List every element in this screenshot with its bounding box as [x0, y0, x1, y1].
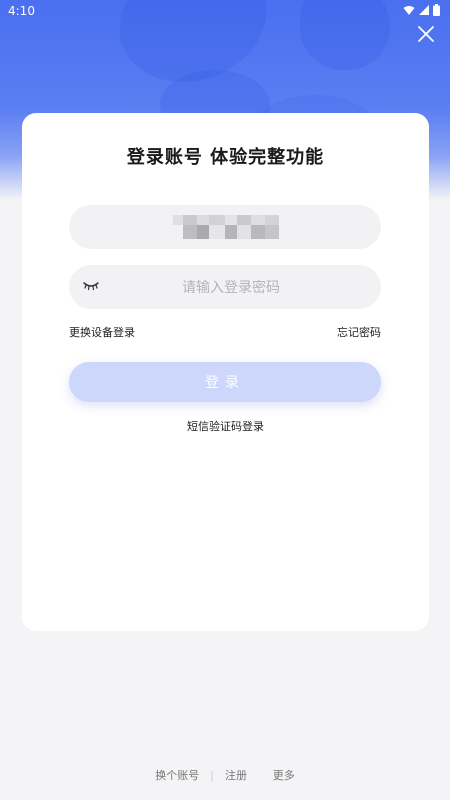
password-field[interactable] — [69, 265, 381, 311]
status-bar: 4:10 — [0, 0, 450, 22]
change-device-login-link[interactable]: 更换设备登录 — [69, 324, 135, 340]
close-icon — [418, 26, 434, 42]
more-link[interactable]: 更多 — [273, 767, 295, 783]
wifi-icon — [403, 5, 415, 15]
register-link[interactable]: 注册 — [225, 767, 247, 783]
status-icons — [403, 4, 440, 16]
page-title: 登录账号 体验完整功能 — [126, 147, 325, 168]
password-input[interactable] — [129, 265, 333, 311]
forgot-password-link[interactable]: 忘记密码 — [337, 324, 381, 340]
signal-icon — [419, 5, 429, 15]
battery-icon — [433, 4, 440, 16]
masked-account-value — [173, 215, 279, 239]
footer-separator: | — [210, 768, 214, 782]
login-card: 登录账号 体验完整功能 更换设备登录 忘记密码 登录 短信验证码登录 — [22, 113, 429, 631]
footer-links: 换个账号 | 注册 | 更多 — [0, 767, 450, 783]
login-button[interactable]: 登录 — [69, 362, 381, 402]
eye-closed-icon[interactable] — [83, 280, 99, 292]
footer-spacer: | — [258, 769, 262, 782]
account-field[interactable] — [69, 205, 381, 249]
sms-login-link[interactable]: 短信验证码登录 — [22, 418, 429, 434]
switch-account-link[interactable]: 换个账号 — [155, 767, 199, 783]
status-time: 4:10 — [8, 4, 35, 18]
close-button[interactable] — [416, 24, 436, 44]
